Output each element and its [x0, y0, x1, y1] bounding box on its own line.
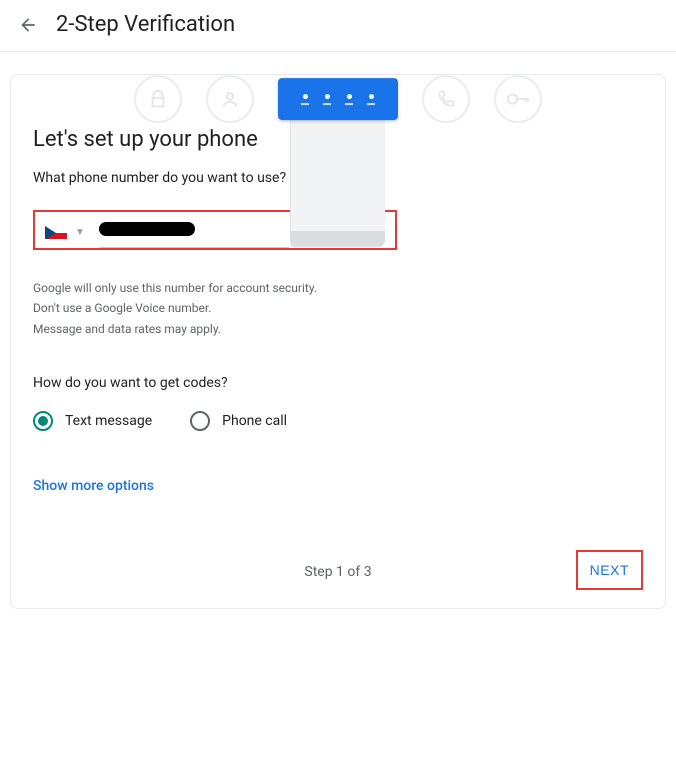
- radio-unselected-icon: [190, 411, 210, 431]
- show-more-options-link[interactable]: Show more options: [33, 478, 154, 494]
- radio-phone-call[interactable]: Phone call: [190, 411, 287, 431]
- phone-icon: [422, 75, 470, 123]
- next-button[interactable]: NEXT: [580, 554, 639, 586]
- code-badge-icon: [278, 78, 398, 120]
- radio-text-message[interactable]: Text message: [33, 411, 152, 431]
- chevron-down-icon: ▼: [75, 227, 85, 238]
- next-button-highlight: NEXT: [576, 550, 643, 590]
- page-header: 2-Step Verification: [0, 0, 676, 52]
- helper-line: Don't use a Google Voice number.: [33, 298, 643, 318]
- lock-icon: [134, 75, 182, 123]
- helper-line: Message and data rates may apply.: [33, 319, 643, 339]
- back-arrow-icon[interactable]: [16, 13, 40, 37]
- page-title: 2-Step Verification: [56, 12, 235, 37]
- key-icon: [494, 75, 542, 123]
- setup-card: Let's set up your phone What phone numbe…: [10, 74, 666, 609]
- radio-label: Phone call: [222, 413, 287, 429]
- flag-cz-icon: [45, 225, 67, 239]
- illustration-icons: [134, 75, 542, 123]
- illustration: [33, 89, 643, 113]
- user-icon: [206, 75, 254, 123]
- phone-number-input[interactable]: [99, 222, 385, 242]
- codes-question: How do you want to get codes?: [33, 375, 643, 391]
- radio-label: Text message: [65, 413, 152, 429]
- card-footer: Step 1 of 3 NEXT: [33, 554, 643, 590]
- radio-selected-icon: [33, 411, 53, 431]
- delivery-method-group: Text message Phone call: [33, 411, 643, 431]
- step-indicator: Step 1 of 3: [304, 564, 371, 580]
- redacted-number: [99, 222, 195, 236]
- country-selector[interactable]: ▼: [45, 225, 85, 239]
- helper-line: Google will only use this number for acc…: [33, 278, 643, 298]
- helper-text: Google will only use this number for acc…: [33, 278, 643, 339]
